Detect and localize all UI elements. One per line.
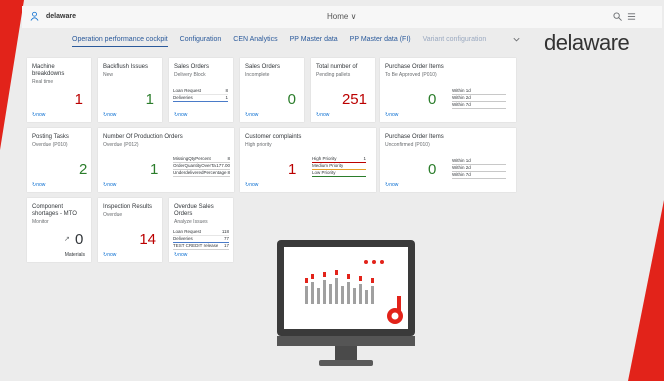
list-item: Deliveries 77 (173, 236, 229, 243)
tile-value: 0 (75, 231, 84, 248)
tile-customer-complaints[interactable]: Customer complaints High priority 1 High … (240, 128, 376, 192)
tile-production-orders[interactable]: Number Of Production Orders Overdue (P012… (98, 128, 234, 192)
chevron-down-icon[interactable] (512, 36, 521, 44)
tile-backflush-issues[interactable]: Backflush IssuesNew 1 now (98, 58, 162, 122)
tile-value: 251 (341, 91, 367, 108)
list-item: UnderdeliveredPercentage 8 (173, 170, 230, 177)
shell-bar: delaware Home ∨ (22, 6, 662, 28)
list-item: Deliveries 1 (173, 95, 228, 102)
list-item: MissingQtyPercent 8 (173, 156, 230, 163)
status-list: Loan Request 8 Deliveries 1 (173, 88, 228, 102)
tile-footer: now (32, 182, 45, 188)
tile-unit: Materials (64, 252, 85, 258)
status-list: Within 1d Within 2d Within 7d (452, 158, 506, 179)
list-item: High Priority 1 (312, 156, 366, 163)
list-item: Within 2d (452, 95, 506, 102)
list-item: Within 7d (452, 172, 506, 179)
tile-po-items-to-be-approved[interactable]: Purchase Order Items To Be Approved (P010… (380, 58, 516, 122)
tab-configuration[interactable]: Configuration (180, 36, 222, 43)
tile-value: 0 (428, 161, 437, 178)
search-icon[interactable] (613, 12, 622, 21)
list-item: Low Priority (312, 170, 366, 177)
tile-machine-breakdowns[interactable]: Machine breakdownsReal time 1 now (27, 58, 91, 122)
shell-brand[interactable]: delaware (46, 13, 76, 20)
list-item: Within 7d (452, 102, 506, 109)
tile-inspection-results[interactable]: Inspection ResultsOverdue 14 now (98, 198, 162, 262)
tile-sales-orders-incomplete[interactable]: Sales OrdersIncomplete 0 now (240, 58, 304, 122)
tile-footer: now (174, 252, 187, 258)
list-item: Medium Priority (312, 163, 366, 170)
chart-trend-icon: ↗ (64, 236, 70, 243)
list-item: Within 2d (452, 165, 506, 172)
tile-value: 14 (139, 231, 156, 248)
tile-component-shortages[interactable]: Component shortages - MTO Monitor ↗ 0 Mat… (27, 198, 91, 262)
list-item: Within 1d (452, 158, 506, 165)
list-item: Within 1d (452, 88, 506, 95)
list-item: Loan Request 8 (173, 88, 228, 95)
delaware-logo: delaware (544, 30, 630, 55)
tile-footer: now (103, 182, 116, 188)
tile-footer: now (103, 252, 116, 258)
tile-footer: now (32, 112, 45, 118)
tab-operation-performance[interactable]: Operation performance cockpit (72, 36, 168, 47)
tile-pending-pallets[interactable]: Total number ofPending pallets 251 now (311, 58, 375, 122)
tile-footer: now (245, 182, 258, 188)
home-menu-button[interactable]: Home ∨ (327, 12, 356, 21)
list-item: OrderQuantityOverTargetQty177.00 (173, 163, 230, 170)
list-item: Loan Request 118 (173, 229, 229, 236)
tile-sales-orders-delivery-block[interactable]: Sales Orders Delivery Block Loan Request 8… (169, 58, 233, 122)
tab-variant-configuration[interactable]: Variant configuration (423, 36, 487, 43)
group-tab-bar: Operation performance cockpit Configurat… (72, 36, 496, 50)
tile-overdue-sales-orders[interactable]: Overdue Sales Orders Analyze Issues Loan … (169, 198, 233, 262)
tile-value: 0 (287, 91, 296, 108)
tile-value: 1 (150, 161, 159, 178)
status-list: Loan Request 118 Deliveries 77 TEST CREDIT… (173, 229, 229, 250)
list-item: TEST CREDIT release 17 (173, 243, 229, 250)
tile-footer: now (385, 112, 398, 118)
tile-footer: now (316, 112, 329, 118)
tile-footer: now (385, 182, 398, 188)
tile-value: 1 (145, 91, 154, 108)
tab-pp-master-data-fi[interactable]: PP Master data (FI) (350, 36, 411, 43)
tab-pp-master-data[interactable]: PP Master data (290, 36, 338, 43)
status-list: MissingQtyPercent8 OrderQuantityOverTarg… (173, 156, 230, 177)
user-icon[interactable] (30, 11, 39, 21)
tile-po-items-unconfirmed[interactable]: Purchase Order Items Unconfirmed (P010) 0… (380, 128, 516, 192)
tile-footer: now (174, 112, 187, 118)
tile-value: 1 (288, 161, 297, 178)
status-list: High Priority 1 Medium Priority Low Prior… (312, 156, 366, 177)
tile-posting-tasks[interactable]: Posting TasksOverdue (P010) 2 now (27, 128, 91, 192)
tile-footer: now (245, 112, 258, 118)
monitor-illustration (277, 240, 415, 366)
tile-value: 1 (74, 91, 83, 108)
tile-footer: now (103, 112, 116, 118)
tile-value: 2 (79, 161, 88, 178)
menu-icon[interactable] (627, 12, 636, 21)
status-list: Within 1d Within 2d Within 7d (452, 88, 506, 109)
tile-value: 0 (428, 91, 437, 108)
tab-cen-analytics[interactable]: CEN Analytics (233, 36, 277, 43)
